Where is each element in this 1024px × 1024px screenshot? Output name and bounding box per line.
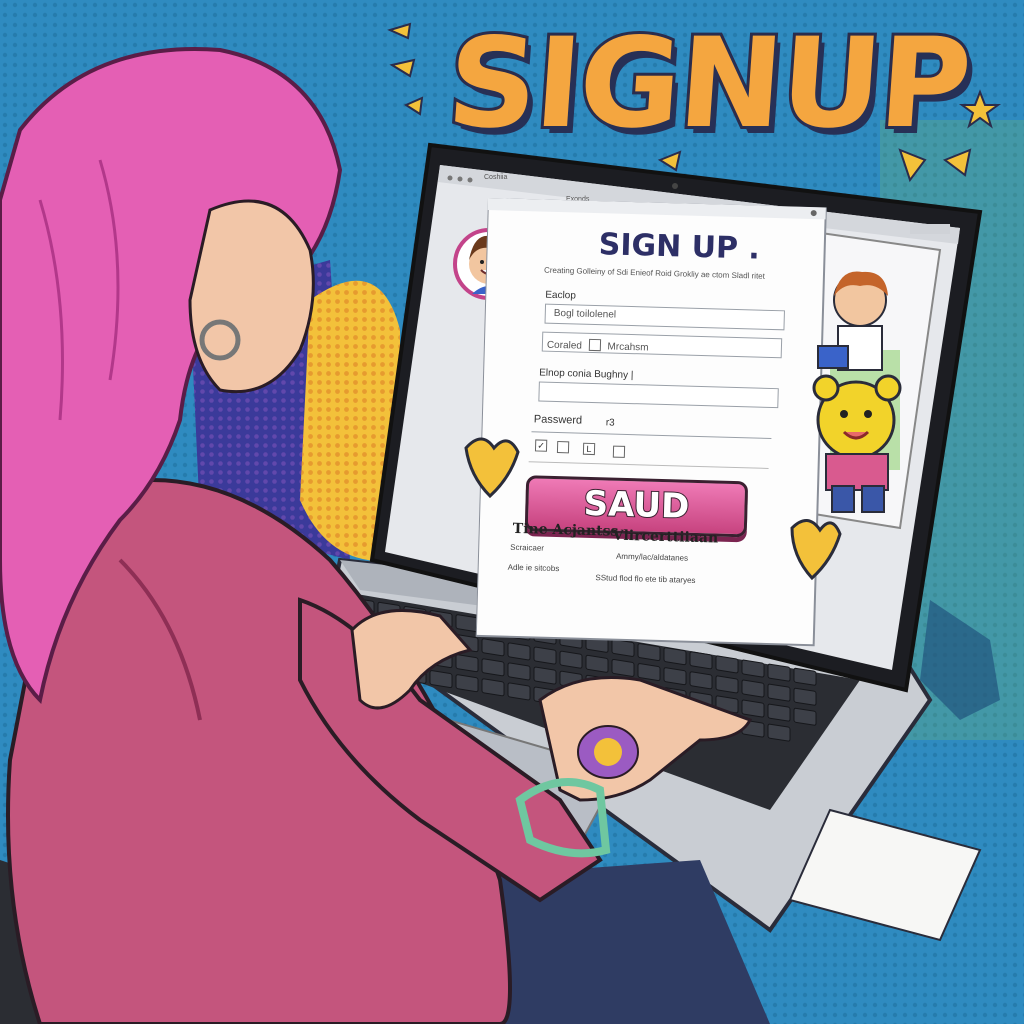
paper-note [790, 808, 982, 942]
comic-scene: SIGNUP Coshiia Exonds SIGN UP . Creating… [0, 0, 1024, 1024]
